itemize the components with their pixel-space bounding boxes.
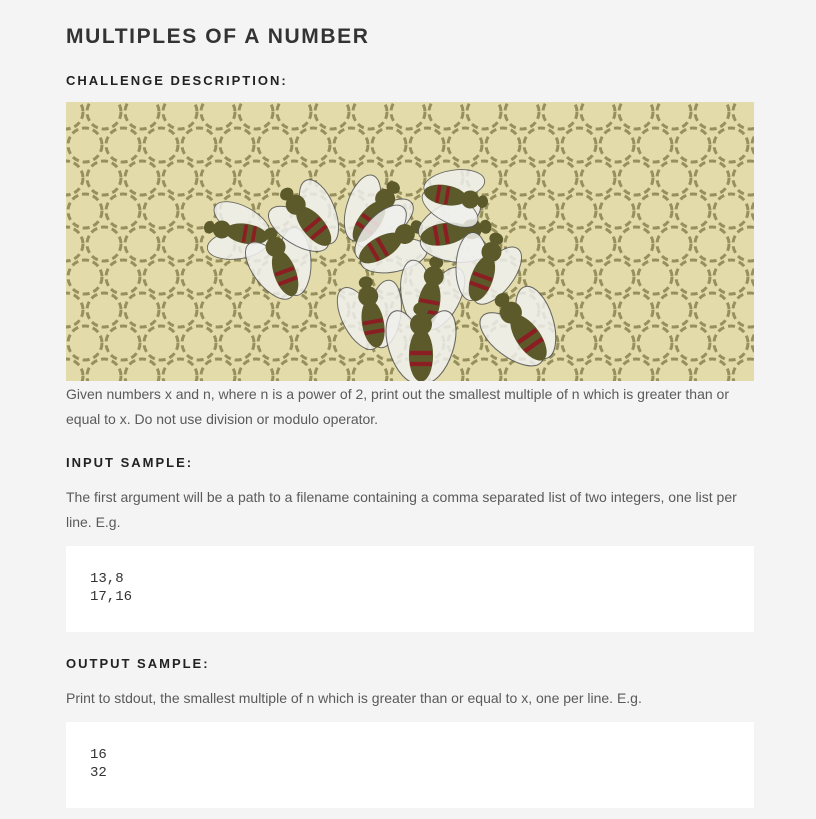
description-text: Given numbers x and n, where n is a powe… (66, 386, 729, 427)
challenge-page: MULTIPLES OF A NUMBER CHALLENGE DESCRIPT… (0, 0, 816, 819)
bees-on-honeycomb-image (66, 102, 754, 381)
page-title: MULTIPLES OF A NUMBER (66, 25, 370, 48)
input-line-1: 13,8 (90, 571, 124, 587)
output-sample-heading: OUTPUT SAMPLE: (66, 656, 210, 671)
output-sample-code: 16 32 (66, 722, 754, 808)
input-sample-code: 13,8 17,16 (66, 546, 754, 632)
input-line-2: 17,16 (90, 589, 133, 605)
output-description-text: Print to stdout, the smallest multiple o… (66, 690, 642, 706)
input-sample-heading: INPUT SAMPLE: (66, 455, 194, 470)
output-line-2: 32 (90, 765, 107, 781)
output-line-1: 16 (90, 747, 107, 763)
input-description-text: The first argument will be a path to a f… (66, 489, 737, 530)
challenge-description-heading: CHALLENGE DESCRIPTION: (66, 73, 288, 88)
